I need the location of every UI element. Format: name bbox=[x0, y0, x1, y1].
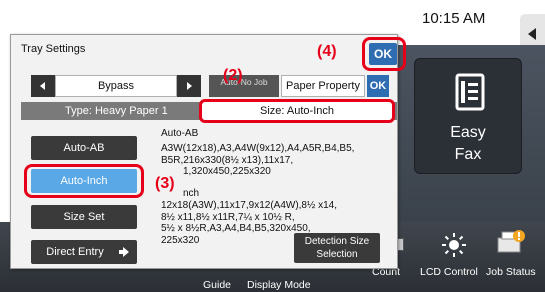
auto-inch-heading: nch bbox=[183, 188, 200, 199]
tray-settings-dialog: Tray Settings OK (4) Bypass Auto-No Job … bbox=[10, 34, 406, 269]
auto-ab-sizes-line1: A3W(12x18),A3,A4W(9x12),A4,A5R,B4,B5, bbox=[161, 143, 355, 154]
auto-ab-heading: Auto-AB bbox=[161, 128, 199, 139]
paper-property-button[interactable]: Paper Property bbox=[281, 75, 365, 97]
auto-inch-sizes-line3: 5½ x 8½R,A3,A4,B4,B5,320x450, bbox=[161, 223, 311, 234]
dialog-title: Tray Settings bbox=[21, 43, 86, 55]
tray-tab-row: Bypass Auto-No Job Paper Property OK bbox=[31, 75, 399, 97]
auto-ab-sizes-line3: 1,320x450,225x320 bbox=[183, 166, 271, 177]
easy-fax-tile[interactable]: Easy Fax bbox=[414, 58, 522, 174]
direct-entry-label: Direct Entry bbox=[46, 246, 104, 258]
paper-property-ok-button[interactable]: OK bbox=[367, 75, 389, 97]
ok-highlight-ring bbox=[362, 37, 406, 71]
prev-tray-arrow-icon[interactable] bbox=[31, 75, 55, 97]
direct-entry-arrow-icon bbox=[123, 247, 129, 257]
bottom-label-display-mode[interactable]: Display Mode bbox=[247, 279, 311, 291]
auto-ab-button[interactable]: Auto-AB bbox=[31, 136, 137, 160]
detect-button-line2: Selection bbox=[316, 249, 358, 260]
lcd-control-icon[interactable] bbox=[441, 232, 467, 258]
tray-auto-no-job-tab[interactable]: Auto-No Job bbox=[209, 75, 279, 97]
bottom-label-guide[interactable]: Guide bbox=[203, 279, 231, 291]
auto-inch-sizes-line2: 8½ x11,8½ x11R,7¼ x 10½ R, bbox=[161, 211, 295, 223]
job-status-icon[interactable] bbox=[496, 228, 526, 256]
fax-icon bbox=[455, 73, 485, 111]
bottom-label-job-status[interactable]: Job Status bbox=[486, 266, 536, 278]
auto-inch-sizes-line1: 12x18(A3W),11x17,9x12(A4W),8½ x14, bbox=[161, 200, 338, 211]
detection-size-selection-button[interactable]: Detection Size Selection bbox=[294, 233, 380, 263]
fax-label-line2: Fax bbox=[454, 146, 482, 163]
fax-label-line1: Easy bbox=[450, 124, 486, 141]
auto-inch-highlight-ring bbox=[24, 164, 144, 198]
next-tray-arrow-icon[interactable] bbox=[177, 75, 201, 97]
auto-inch-sizes-line4: 225x320 bbox=[161, 234, 200, 246]
auto-ab-sizes-line2: B5R,216x330(8½ x13),11x17, bbox=[161, 154, 294, 166]
paper-size-display: Size: Auto-Inch bbox=[199, 99, 395, 123]
clock: 10:15 AM bbox=[422, 10, 486, 27]
paper-type-text: Type: Heavy Paper 1 bbox=[65, 105, 168, 117]
callout-4: (4) bbox=[317, 43, 337, 60]
screen: 10:15 AM Easy Fax Count LCD Control Job bbox=[0, 0, 545, 292]
callout-2: (2) bbox=[223, 67, 243, 84]
size-set-button[interactable]: Size Set bbox=[31, 205, 137, 229]
tray-bypass-tab[interactable]: Bypass bbox=[55, 75, 177, 97]
detect-button-line1: Detection Size bbox=[304, 236, 370, 247]
bottom-label-lcd-control[interactable]: LCD Control bbox=[420, 266, 478, 278]
callout-3: (3) bbox=[155, 175, 175, 192]
direct-entry-button[interactable]: Direct Entry bbox=[31, 240, 137, 264]
